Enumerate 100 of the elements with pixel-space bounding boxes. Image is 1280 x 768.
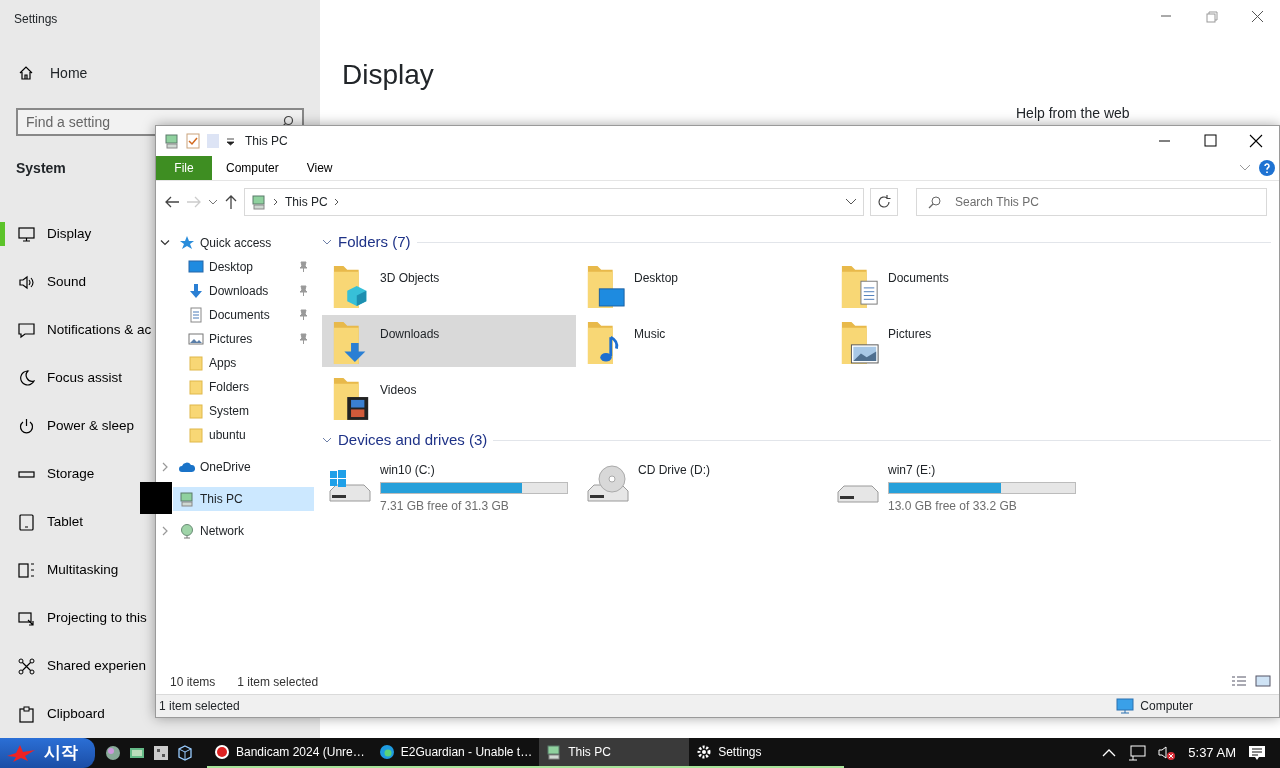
- tree-item[interactable]: Desktop: [156, 255, 314, 279]
- folder-item[interactable]: Music: [576, 315, 830, 367]
- notification-icon[interactable]: [1248, 744, 1266, 762]
- settings-icon: [696, 744, 713, 760]
- tree-item[interactable]: Pictures: [156, 327, 314, 351]
- nav-item[interactable]: Power & sleep: [0, 402, 135, 450]
- computer-icon: [251, 194, 267, 210]
- volume-muted-icon[interactable]: [1158, 745, 1177, 761]
- globe-icon[interactable]: [105, 745, 121, 761]
- folder-item[interactable]: Pictures: [830, 315, 1084, 367]
- close-icon[interactable]: [1249, 9, 1265, 23]
- refresh-icon: [877, 195, 891, 209]
- help-icon[interactable]: [1259, 160, 1275, 176]
- control-panel-icon[interactable]: [153, 745, 169, 761]
- folder-name: Music: [634, 326, 666, 343]
- speaker-icon: [18, 273, 35, 291]
- download-arrow-icon: [188, 283, 204, 299]
- tree-item[interactable]: Quick access: [173, 231, 314, 255]
- network-icon[interactable]: [1128, 745, 1147, 761]
- clock[interactable]: 5:37 AM: [1188, 743, 1236, 763]
- window-icon[interactable]: [129, 745, 145, 761]
- chevron-right-icon: [273, 198, 279, 206]
- address-bar[interactable]: This PC: [244, 188, 864, 216]
- nav-item[interactable]: Multitasking: [0, 546, 119, 594]
- tree-item[interactable]: This PC: [173, 487, 314, 511]
- free-space-text: 13.0 GB free of 33.2 GB: [888, 498, 1018, 515]
- tree-item[interactable]: Downloads: [156, 279, 314, 303]
- monitor-icon: [188, 259, 204, 275]
- nav-item[interactable]: Focus assist: [0, 354, 123, 402]
- breadcrumb[interactable]: This PC: [285, 193, 328, 211]
- start-button[interactable]: 시작: [0, 738, 95, 768]
- folder-name: 3D Objects: [380, 270, 440, 287]
- drive-name: win10 (C:): [380, 462, 436, 479]
- tree-item[interactable]: Documents: [156, 303, 314, 327]
- folder-item[interactable]: Downloads: [322, 315, 576, 367]
- chevron-down-icon[interactable]: [322, 436, 332, 444]
- ribbon-tab[interactable]: Computer: [212, 156, 293, 180]
- folder-item[interactable]: 3D Objects: [322, 259, 576, 311]
- chevron-up-icon[interactable]: [1102, 749, 1117, 757]
- projector-icon: [18, 609, 35, 627]
- taskbar-button[interactable]: This PC: [539, 738, 690, 768]
- page-title: Display: [342, 58, 434, 92]
- nav-item[interactable]: Notifications & ac: [0, 306, 152, 354]
- moon-icon: [18, 369, 35, 387]
- drive-icon: [834, 485, 880, 505]
- nav-item[interactable]: Shared experien: [0, 642, 147, 690]
- drive-item[interactable]: win7 (E:) 13.0 GB free of 33.2 GB: [830, 455, 1084, 515]
- computer-icon: [179, 491, 195, 507]
- chevron-right-icon[interactable]: [160, 526, 169, 536]
- nav-item[interactable]: Storage: [0, 450, 95, 498]
- nav-item[interactable]: Sound: [0, 258, 87, 306]
- nav-item[interactable]: Tablet: [0, 498, 84, 546]
- free-space-text: 7.31 GB free of 31.3 GB: [380, 498, 510, 515]
- folder-item[interactable]: Documents: [830, 259, 1084, 311]
- chevron-right-icon[interactable]: [160, 462, 169, 472]
- home-link[interactable]: Home: [0, 54, 320, 92]
- drive-item[interactable]: win10 (C:) 7.31 GB free of 31.3 GB: [322, 455, 576, 515]
- recent-icon[interactable]: [208, 198, 218, 206]
- tree-item[interactable]: Apps: [156, 351, 314, 375]
- refresh-button[interactable]: [870, 188, 898, 216]
- dropdown-icon[interactable]: [226, 136, 235, 146]
- star-logo-icon: [6, 744, 36, 762]
- up-icon[interactable]: [224, 194, 238, 210]
- tree-item[interactable]: System: [156, 399, 314, 423]
- window-title: Settings: [13, 11, 59, 28]
- chevron-down-icon[interactable]: [845, 198, 857, 206]
- tree-item[interactable]: Network: [173, 519, 314, 543]
- maximize-icon[interactable]: [1203, 134, 1217, 148]
- browser-icon: [378, 744, 395, 760]
- properties-icon[interactable]: [186, 133, 200, 149]
- back-icon[interactable]: [164, 195, 180, 209]
- record-icon: [214, 744, 230, 760]
- folder-item[interactable]: Desktop: [576, 259, 830, 311]
- nav-item[interactable]: Clipboard: [0, 690, 105, 738]
- help-heading: Help from the web: [1016, 104, 1130, 123]
- pin-icon: [298, 333, 308, 345]
- chevron-down-icon[interactable]: [159, 239, 170, 247]
- tree-item[interactable]: OneDrive: [173, 455, 314, 479]
- taskbar-button[interactable]: Settings: [689, 738, 845, 768]
- computer-icon: [546, 744, 563, 760]
- taskbar-button[interactable]: Bandicam 2024 (Unre…: [207, 738, 372, 768]
- item-count: 10 items: [170, 674, 216, 691]
- folder-icon: [188, 403, 204, 419]
- close-icon[interactable]: [1249, 134, 1263, 148]
- tree-item[interactable]: Folders: [156, 375, 314, 399]
- drive-item[interactable]: CD Drive (D:): [576, 455, 830, 515]
- ribbon-tab[interactable]: View: [292, 156, 347, 180]
- folder-name: Pictures: [888, 326, 932, 343]
- folder-name: Downloads: [380, 326, 440, 343]
- nav-item[interactable]: Projecting to this: [0, 594, 147, 642]
- folder-item[interactable]: Videos: [322, 371, 576, 423]
- selection-count: 1 item selected: [237, 674, 319, 691]
- redaction-block: [140, 482, 172, 514]
- cube-icon[interactable]: [177, 745, 193, 761]
- folder-name: Videos: [380, 382, 417, 399]
- pin-icon: [298, 285, 308, 297]
- chevron-down-icon[interactable]: [322, 238, 332, 246]
- nav-item[interactable]: Display: [0, 210, 92, 258]
- folder-icon: [188, 379, 204, 395]
- tree-item[interactable]: ubuntu: [156, 423, 314, 447]
